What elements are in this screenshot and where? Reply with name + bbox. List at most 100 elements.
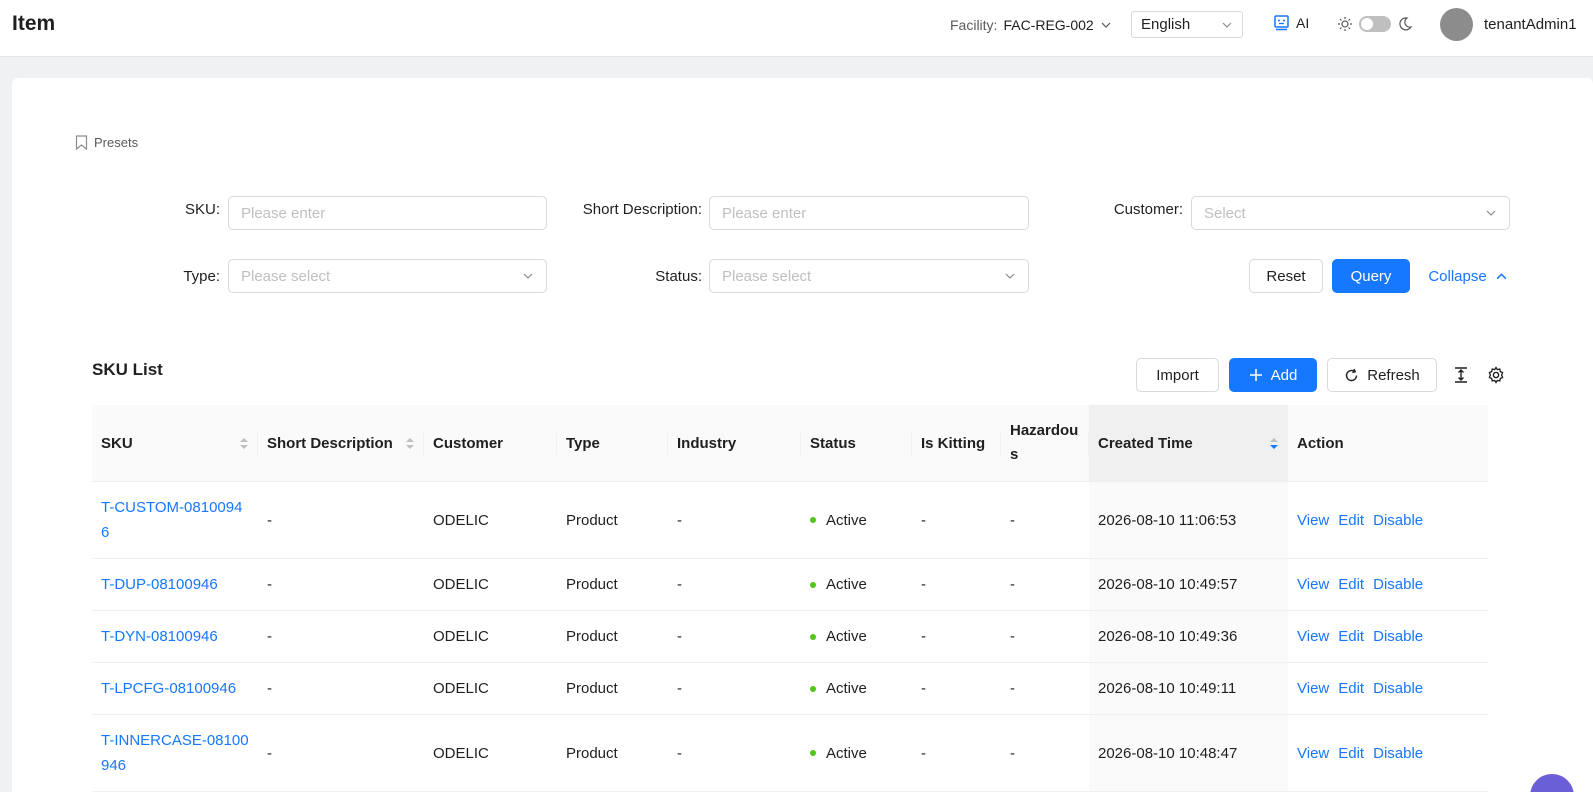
customer-select[interactable]: Select [1191,196,1510,230]
short-description-input-wrapper[interactable] [709,196,1029,230]
hazardous-cell: - [1010,680,1015,697]
status-cell: Active [826,744,867,762]
type-cell: Product [566,576,618,593]
column-header-type: Type [557,405,668,481]
moon-icon [1399,17,1413,31]
username: tenantAdmin1 [1484,16,1577,33]
column-header-sku[interactable]: SKU [92,405,258,481]
status-dot-icon [810,633,816,640]
sku-link[interactable]: T-CUSTOM-08100946 [101,495,249,545]
industry-cell: - [677,628,682,645]
sort-icon[interactable] [1269,437,1279,450]
edit-link[interactable]: Edit [1338,624,1364,649]
column-header-created-time[interactable]: Created Time [1089,405,1288,481]
status-dot-icon [810,517,816,523]
presets-button[interactable]: Presets [75,135,138,150]
type-select[interactable]: Please select [228,259,547,293]
industry-cell: - [677,511,682,529]
status-cell: Active [826,576,867,593]
status-placeholder: Please select [722,267,812,285]
customer-label: Customer: [1113,201,1183,218]
disable-link[interactable]: Disable [1373,624,1423,649]
sku-input-wrapper[interactable] [228,196,547,230]
status-cell: Active [826,511,867,529]
avatar [1440,8,1473,41]
disable-link[interactable]: Disable [1373,572,1423,597]
short-description-cell: - [267,680,272,697]
add-button[interactable]: Add [1229,358,1317,392]
plus-icon [1249,369,1262,381]
row-actions: View Edit Disable [1297,676,1423,701]
sku-link[interactable]: T-LPCFG-08100946 [101,676,236,701]
reset-button[interactable]: Reset [1249,259,1323,293]
column-header-short-description[interactable]: Short Description [258,405,424,481]
disable-link[interactable]: Disable [1373,741,1423,766]
short-description-cell: - [267,628,272,645]
status-dot-icon [810,685,816,692]
row-actions: View Edit Disable [1297,741,1423,766]
view-link[interactable]: View [1297,508,1329,533]
type-placeholder: Please select [241,267,331,285]
collapse-button[interactable]: Collapse [1425,259,1511,293]
sku-link[interactable]: T-DYN-08100946 [101,624,218,649]
column-title: SKU [101,434,133,452]
edit-link[interactable]: Edit [1338,676,1364,701]
short-description-input[interactable] [722,204,1016,222]
query-button[interactable]: Query [1332,259,1410,293]
view-link[interactable]: View [1297,624,1329,649]
table-row: T-INNERCASE-08100946- ODELIC Product - Activ… [92,715,1488,792]
customer-cell: ODELIC [433,511,489,529]
type-cell: Product [566,511,618,529]
is-kitting-cell: - [921,511,926,529]
hazardous-cell: - [1010,576,1015,593]
density-icon[interactable] [1451,365,1471,385]
status-cell: Active [826,680,867,697]
industry-cell: - [677,576,682,593]
disable-link[interactable]: Disable [1373,676,1423,701]
status-select[interactable]: Please select [709,259,1029,293]
sort-icon[interactable] [239,437,249,450]
status-dot-icon [810,581,816,588]
language-select[interactable]: English [1131,11,1243,38]
column-header-is-kitting: Is Kitting [912,405,1001,481]
is-kitting-cell: - [921,680,926,697]
column-header-hazardous: Hazardous [1001,405,1089,481]
sku-list-title: SKU List [92,360,163,379]
import-button[interactable]: Import [1136,358,1219,392]
edit-link[interactable]: Edit [1338,508,1364,533]
row-actions: View Edit Disable [1297,572,1423,597]
theme-switch[interactable] [1359,16,1391,32]
column-title: Type [566,434,600,452]
type-cell: Product [566,744,618,762]
sku-table: SKU Short Description Customer Type Indu… [92,405,1488,792]
refresh-button[interactable]: Refresh [1327,358,1437,392]
table-row: T-LPCFG-08100946 - ODELIC Product - Active - - 2… [92,663,1488,715]
ai-button[interactable]: AI [1273,14,1309,31]
customer-cell: ODELIC [433,744,489,762]
edit-link[interactable]: Edit [1338,741,1364,766]
language-value: English [1141,16,1191,33]
column-header-industry: Industry [668,405,801,481]
created-time-cell: 2026-08-10 10:49:57 [1098,576,1238,593]
column-header-status: Status [801,405,912,481]
sku-link[interactable]: T-DUP-08100946 [101,572,218,597]
sort-icon[interactable] [405,437,415,450]
sku-input[interactable] [241,204,534,222]
disable-link[interactable]: Disable [1373,508,1423,533]
user-menu[interactable]: tenantAdmin1 [1440,8,1577,41]
column-title: Is Kitting [921,434,986,452]
add-label: Add [1270,366,1298,384]
view-link[interactable]: View [1297,741,1329,766]
column-title: Short Description [267,434,393,452]
settings-gear-icon[interactable] [1486,365,1506,385]
view-link[interactable]: View [1297,572,1329,597]
facility-selector[interactable]: Facility: FAC-REG-002 [950,17,1112,33]
sku-link[interactable]: T-INNERCASE-08100946 [101,728,249,778]
theme-toggle[interactable] [1337,16,1413,32]
created-time-cell: 2026-08-10 10:49:36 [1098,628,1238,645]
created-time-cell: 2026-08-10 10:48:47 [1098,744,1238,762]
view-link[interactable]: View [1297,676,1329,701]
short-description-cell: - [267,744,272,762]
edit-link[interactable]: Edit [1338,572,1364,597]
table-body: T-CUSTOM-08100946 - ODELIC Product - Active - -… [92,482,1488,792]
